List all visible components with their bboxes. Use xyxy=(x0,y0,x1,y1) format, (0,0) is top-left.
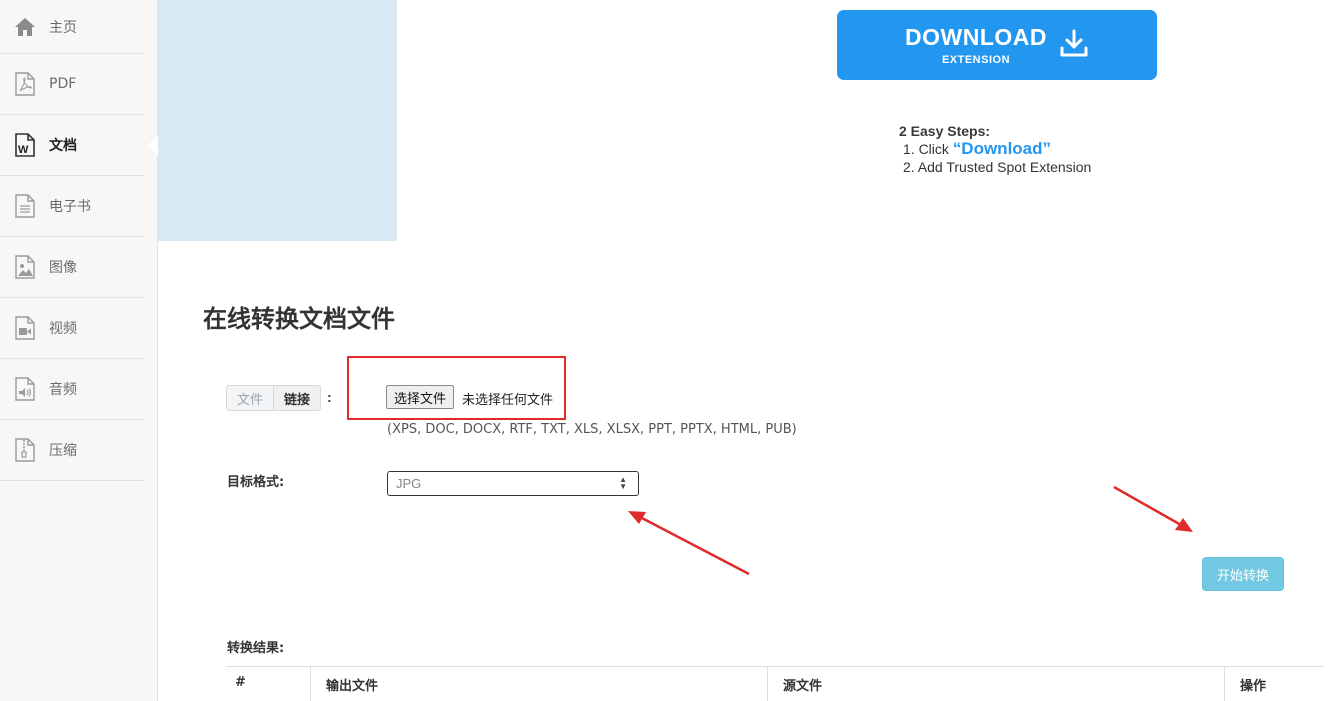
result-label: 转换结果: xyxy=(227,641,285,656)
column-actions: 操作 xyxy=(1240,679,1267,694)
step-one: 1. Click “Download” xyxy=(899,140,1091,158)
sidebar-item-label: 主页 xyxy=(49,19,77,36)
sidebar-item-video[interactable]: 视频 xyxy=(0,298,145,359)
archive-file-icon xyxy=(14,438,36,462)
sidebar-item-label: 图像 xyxy=(49,260,77,276)
svg-text:W: W xyxy=(18,144,29,156)
video-file-icon xyxy=(14,316,36,340)
page-title: 在线转换文档文件 xyxy=(203,305,395,333)
step-one-text: 1. Click xyxy=(903,141,953,157)
result-table-header: # 输出文件 源文件 操作 xyxy=(226,666,1324,701)
select-arrows-icon: ▲ ▼ xyxy=(619,475,627,491)
arrow-to-format-select xyxy=(628,511,750,576)
ebook-file-icon xyxy=(14,194,36,218)
ad-placeholder xyxy=(158,0,397,241)
pdf-file-icon xyxy=(14,72,36,96)
arrow-to-start-button xyxy=(1113,485,1193,532)
sidebar-item-home[interactable]: 主页 xyxy=(0,0,145,54)
tab-link[interactable]: 链接 xyxy=(274,385,322,411)
sidebar-item-ebook[interactable]: 电子书 xyxy=(0,176,145,237)
sidebar-item-label: 音频 xyxy=(49,382,77,398)
step-one-download-link[interactable]: “Download” xyxy=(953,139,1051,158)
column-output-file: 输出文件 xyxy=(311,667,768,701)
home-icon xyxy=(14,15,36,39)
annotation-highlight-box xyxy=(347,356,566,420)
sidebar-item-archive[interactable]: 压缩 xyxy=(0,420,145,481)
sidebar-item-document[interactable]: W 文档 xyxy=(0,115,159,176)
sidebar-item-label: 压缩 xyxy=(49,443,77,459)
sidebar-item-label: 电子书 xyxy=(49,199,91,215)
target-format-label: 目标格式: xyxy=(227,475,285,490)
download-icon xyxy=(1059,28,1089,63)
download-title: DOWNLOAD xyxy=(905,24,1047,50)
step-two: 2. Add Trusted Spot Extension xyxy=(903,159,1092,175)
target-format-select[interactable]: JPG ▲ ▼ xyxy=(387,471,639,496)
word-document-icon: W xyxy=(14,133,36,157)
column-source-file: 源文件 xyxy=(768,667,1225,701)
image-file-icon xyxy=(14,255,36,279)
sidebar-item-image[interactable]: 图像 xyxy=(0,237,145,298)
choose-file-button[interactable]: 选择文件 xyxy=(386,385,455,409)
source-tabs: 文件 链接 xyxy=(226,385,322,411)
audio-file-icon xyxy=(14,377,36,401)
tab-file[interactable]: 文件 xyxy=(226,385,275,411)
sidebar-item-label: 文档 xyxy=(49,138,77,154)
column-index: # xyxy=(226,667,311,701)
target-format-value: JPG xyxy=(396,476,422,491)
download-extension-button[interactable]: DOWNLOAD EXTENSION xyxy=(837,10,1157,80)
sidebar-item-pdf[interactable]: PDF xyxy=(0,54,145,115)
sidebar-item-label: PDF xyxy=(49,76,77,92)
steps-heading: 2 Easy Steps: xyxy=(899,123,991,139)
download-subtitle: EXTENSION xyxy=(941,54,1011,66)
sidebar: 主页 PDF W 文档 电子书 图像 视频 音频 压缩 xyxy=(0,0,159,701)
supported-formats: (XPS, DOC, DOCX, RTF, TXT, XLS, XLSX, PP… xyxy=(387,422,797,437)
download-button-text: DOWNLOAD EXTENSION xyxy=(905,24,1047,66)
download-steps: 2 Easy Steps: 1. Click “Download” 2. Add… xyxy=(899,122,1091,176)
file-status: 未选择任何文件 xyxy=(462,393,554,408)
start-convert-button[interactable]: 开始转换 xyxy=(1202,557,1284,591)
sidebar-item-audio[interactable]: 音频 xyxy=(0,359,145,420)
tabs-colon: : xyxy=(327,389,332,405)
sidebar-item-label: 视频 xyxy=(49,321,77,337)
